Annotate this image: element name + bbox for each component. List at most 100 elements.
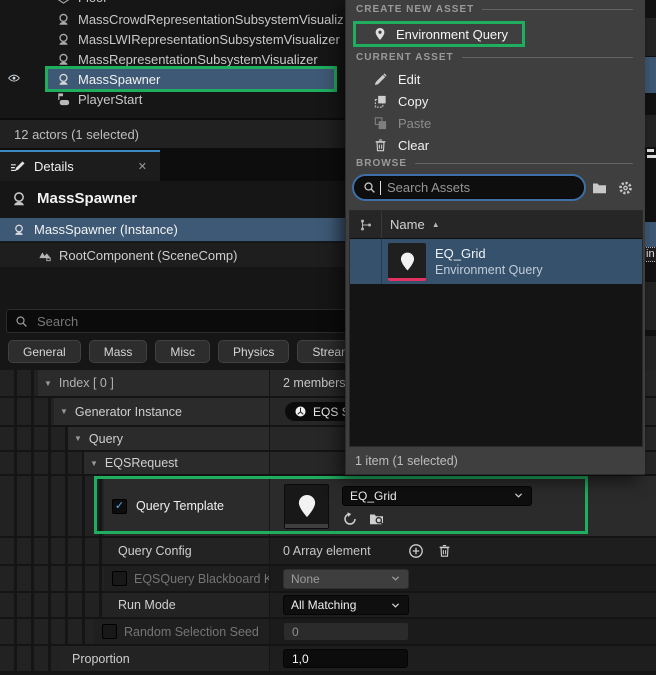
- clear-array-icon[interactable]: [437, 543, 452, 559]
- asset-search-input[interactable]: [385, 179, 575, 196]
- section-create-new-asset: CREATE NEW ASSET: [346, 4, 645, 15]
- menu-item-edit[interactable]: Edit: [346, 68, 645, 90]
- browse-to-asset-icon[interactable]: [368, 511, 385, 527]
- eqs-sphere-icon: [294, 405, 307, 418]
- section-browse: BROWSE: [346, 158, 645, 169]
- outliner-item-floor[interactable]: Floor: [0, 0, 345, 7]
- proportion-input[interactable]: 1,0: [283, 649, 408, 668]
- property-label: Index [ 0 ]: [58, 376, 114, 390]
- property-value: 2 members: [283, 376, 346, 390]
- indent-rail: [0, 538, 104, 564]
- filter-pill-misc[interactable]: Misc: [155, 340, 211, 363]
- indent-rail: [0, 646, 60, 671]
- expander-arrow-icon[interactable]: ▼: [90, 459, 98, 468]
- text-cursor: [380, 180, 381, 195]
- thumbnail-footer-bar: [285, 523, 328, 528]
- property-label: Query Config: [118, 544, 192, 558]
- search-icon: [363, 181, 376, 194]
- column-header-name[interactable]: Name ▲: [382, 211, 440, 238]
- property-row-proportion: Proportion 1,0: [0, 646, 656, 673]
- property-row-random-seed: Random Selection Seed 0: [0, 619, 656, 646]
- details-category-filters: General Mass Misc Physics Streaming: [8, 340, 383, 363]
- property-label: Generator Instance: [74, 404, 182, 419]
- search-icon: [15, 315, 28, 328]
- outliner-item-massspawner[interactable]: MassSpawner: [48, 69, 334, 89]
- asset-search-box[interactable]: [354, 176, 584, 199]
- property-label: Run Mode: [118, 598, 176, 612]
- indent-rail: [0, 370, 38, 396]
- gear-icon[interactable]: [617, 180, 634, 196]
- outliner-item-massrepresentation-visualizer[interactable]: MassRepresentationSubsystemVisualizer: [0, 49, 345, 69]
- asset-type: Environment Query: [435, 263, 543, 277]
- edit-pencil-icon: [373, 72, 388, 87]
- expander-arrow-icon[interactable]: ▼: [74, 434, 82, 443]
- asset-type-color-bar: [388, 277, 426, 281]
- indent-rail: [0, 566, 104, 591]
- asset-thumbnail: [388, 242, 426, 281]
- scene-component-icon: [38, 248, 52, 262]
- actor-icon: [56, 52, 71, 67]
- query-template-asset-dropdown[interactable]: EQ_Grid: [342, 485, 532, 506]
- asset-count: 1 item (1 selected): [355, 454, 458, 468]
- dropdown-value: None: [291, 571, 320, 586]
- filter-pill-physics[interactable]: Physics: [218, 340, 290, 363]
- component-label: RootComponent (SceneComp): [59, 247, 238, 263]
- outliner-item-label: MassRepresentationSubsystemVisualizer: [78, 51, 318, 67]
- filter-pill-mass[interactable]: Mass: [88, 340, 148, 363]
- indent-rail: [0, 593, 104, 617]
- clipped-text-fragment: in: [644, 247, 656, 262]
- tab-details[interactable]: Details ✕: [0, 150, 160, 181]
- floor-icon: [56, 0, 71, 5]
- revision-control-column-icon[interactable]: [350, 211, 382, 238]
- outliner-item-masslwi-visualizer[interactable]: MassLWIRepresentationSubsystemVisualizer: [0, 29, 345, 49]
- instance-label: MassSpawner (Instance): [34, 222, 178, 237]
- query-template-checkbox[interactable]: ✓: [112, 498, 127, 514]
- input-value: 0: [292, 624, 299, 639]
- query-template-asset-thumbnail[interactable]: [284, 483, 329, 529]
- folder-filter-icon[interactable]: [591, 180, 608, 196]
- blackboard-key-dropdown: None: [283, 568, 409, 589]
- visibility-eye-icon[interactable]: [6, 72, 22, 85]
- actor-icon: [56, 32, 71, 47]
- dropdown-value: All Matching: [291, 598, 357, 612]
- close-icon[interactable]: ✕: [138, 160, 147, 173]
- random-seed-checkbox[interactable]: [102, 624, 117, 639]
- component-tree-item-rootcomponent[interactable]: RootComponent (SceneComp): [0, 243, 345, 267]
- indent-rail: [0, 476, 104, 536]
- property-row-query-config: Query Config 0 Array element: [0, 538, 656, 566]
- input-value: 1,0: [292, 651, 309, 666]
- sort-ascending-icon: ▲: [431, 220, 440, 229]
- tab-label: Details: [34, 159, 74, 174]
- property-label: Proportion: [72, 651, 130, 666]
- outliner-footer: 12 actors (1 selected): [0, 118, 345, 148]
- menu-item-copy[interactable]: Copy: [346, 90, 645, 112]
- filter-pill-general[interactable]: General: [8, 340, 81, 363]
- outliner-item-playerstart[interactable]: PlayerStart: [0, 89, 345, 109]
- random-seed-input: 0: [283, 622, 409, 641]
- expander-arrow-icon[interactable]: ▼: [44, 379, 52, 388]
- run-mode-dropdown[interactable]: All Matching: [283, 595, 409, 615]
- expander-arrow-icon[interactable]: ▼: [60, 407, 68, 416]
- property-row-run-mode: Run Mode All Matching: [0, 593, 656, 619]
- property-label: Random Selection Seed: [124, 624, 259, 639]
- asset-row-eq-grid[interactable]: EQ_Grid Environment Query: [350, 239, 642, 284]
- blackboard-key-checkbox[interactable]: [112, 571, 127, 586]
- outliner-item-masscrowd-visualizer[interactable]: MassCrowdRepresentationSubsystemVisualiz: [0, 9, 345, 29]
- menu-item-environment-query[interactable]: Environment Query: [353, 21, 525, 47]
- property-row-query-template: ✓ Query Template EQ_Grid: [0, 476, 656, 538]
- property-label: EQSRequest: [104, 456, 178, 470]
- asset-picker-menu: CREATE NEW ASSET Environment Query CURRE…: [345, 0, 645, 475]
- pin-icon: [397, 251, 418, 272]
- add-array-element-icon[interactable]: [408, 543, 424, 559]
- indent-rail: [0, 452, 84, 474]
- playerstart-icon: [56, 92, 71, 107]
- trash-icon: [373, 138, 388, 153]
- menu-item-clear[interactable]: Clear: [346, 134, 645, 156]
- chevron-down-icon: [390, 573, 401, 584]
- component-tree-item-instance[interactable]: MassSpawner (Instance): [0, 218, 345, 242]
- property-row-blackboard-key: EQSQuery Blackboard Key None: [0, 566, 656, 593]
- copy-icon: [373, 94, 388, 109]
- selected-asset-name: EQ_Grid: [350, 488, 397, 503]
- asset-name: EQ_Grid: [435, 246, 486, 261]
- use-selected-asset-icon[interactable]: [342, 511, 358, 527]
